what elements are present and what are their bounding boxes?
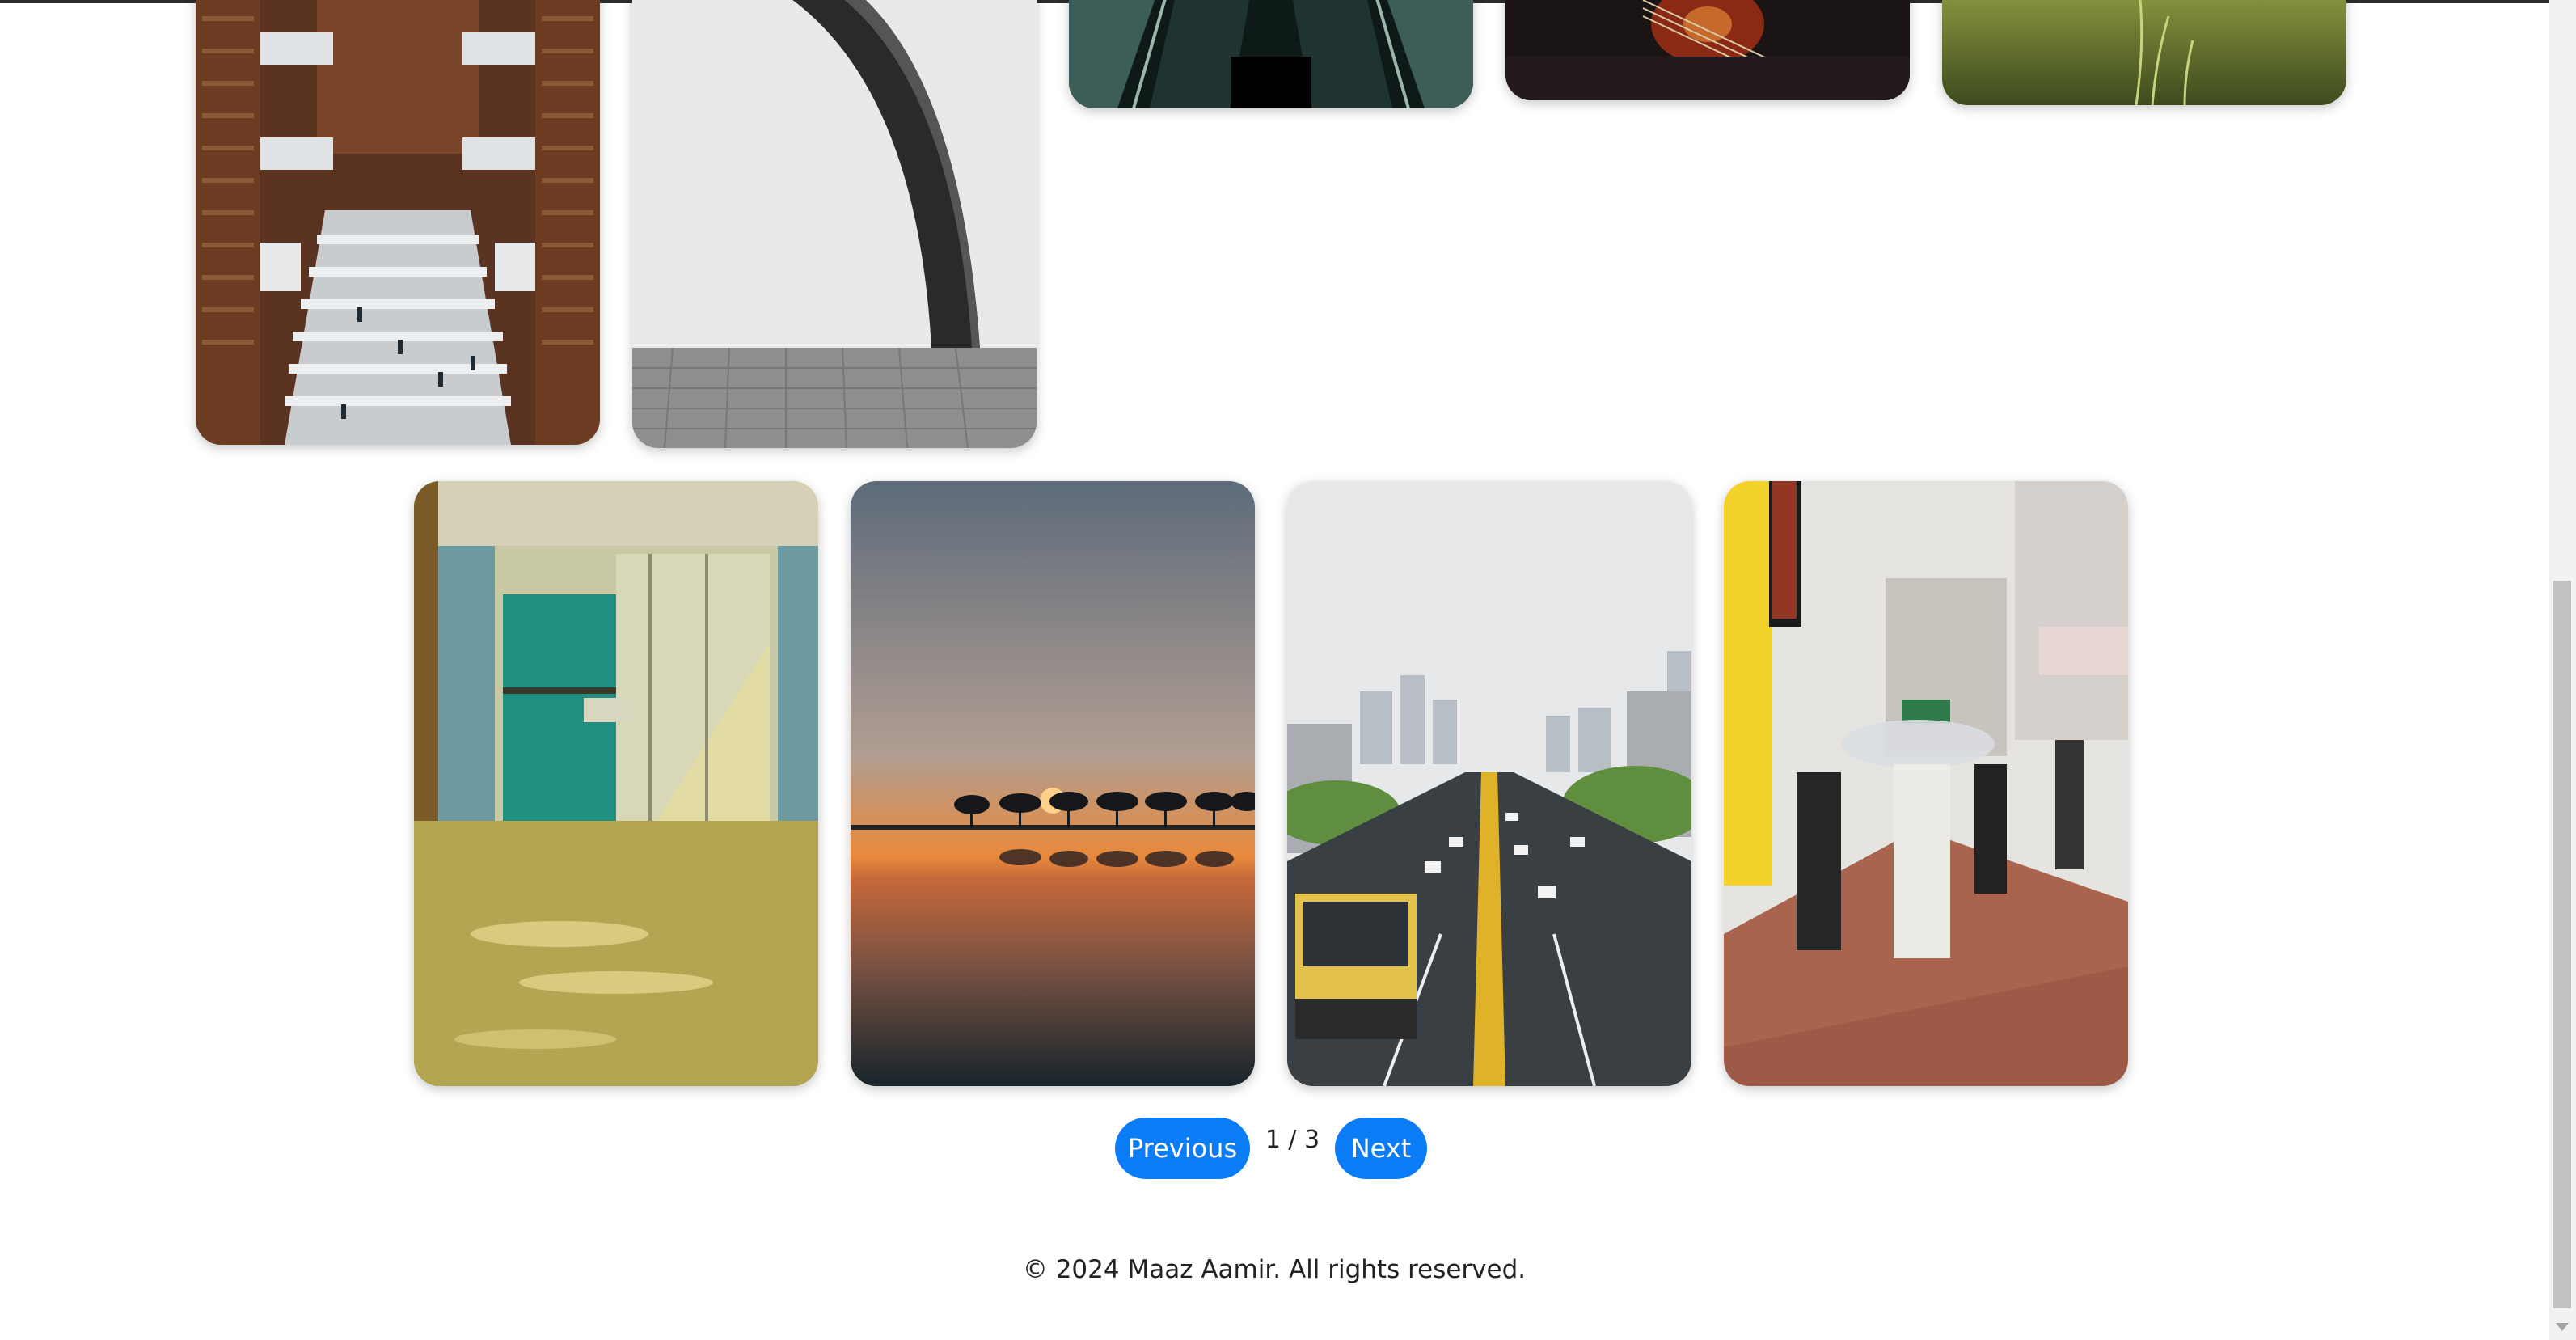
previous-button[interactable]: Previous [1115, 1118, 1250, 1179]
hallway-photo [414, 481, 818, 1086]
photo-card-highway[interactable] [1287, 481, 1691, 1086]
page-scrollbar[interactable] [2549, 0, 2576, 1340]
photo-card-hallway[interactable] [414, 481, 818, 1086]
pagination: Previous 1 / 3 Next [0, 1118, 2549, 1179]
arch-photo [632, 0, 1037, 448]
photo-card-sunset[interactable] [851, 481, 1255, 1086]
street-photo [1724, 481, 2128, 1086]
photo-card-library[interactable] [196, 0, 600, 445]
photo-card-grass[interactable] [1942, 0, 2346, 105]
photo-card-street[interactable] [1724, 481, 2128, 1086]
scrollbar-thumb[interactable] [2553, 581, 2571, 1308]
sunset-photo [851, 481, 1255, 1086]
footer-copyright: © 2024 Maaz Aamir. All rights reserved. [1022, 1255, 1527, 1284]
guitar-photo [1505, 0, 1910, 100]
photo-card-guitar[interactable] [1505, 0, 1910, 100]
highway-photo [1287, 481, 1691, 1086]
scroll-down-arrow-icon[interactable] [2556, 1323, 2569, 1331]
page: Previous 1 / 3 Next © 2024 Maaz Aamir. A… [0, 0, 2576, 1340]
library-photo [196, 0, 600, 445]
photo-card-arch[interactable] [632, 0, 1037, 448]
photo-card-escalator[interactable] [1069, 0, 1473, 108]
grass-photo [1942, 0, 2346, 105]
next-button[interactable]: Next [1335, 1118, 1427, 1179]
page-indicator: 1 / 3 [1265, 1126, 1320, 1154]
escalator-photo [1069, 0, 1473, 108]
